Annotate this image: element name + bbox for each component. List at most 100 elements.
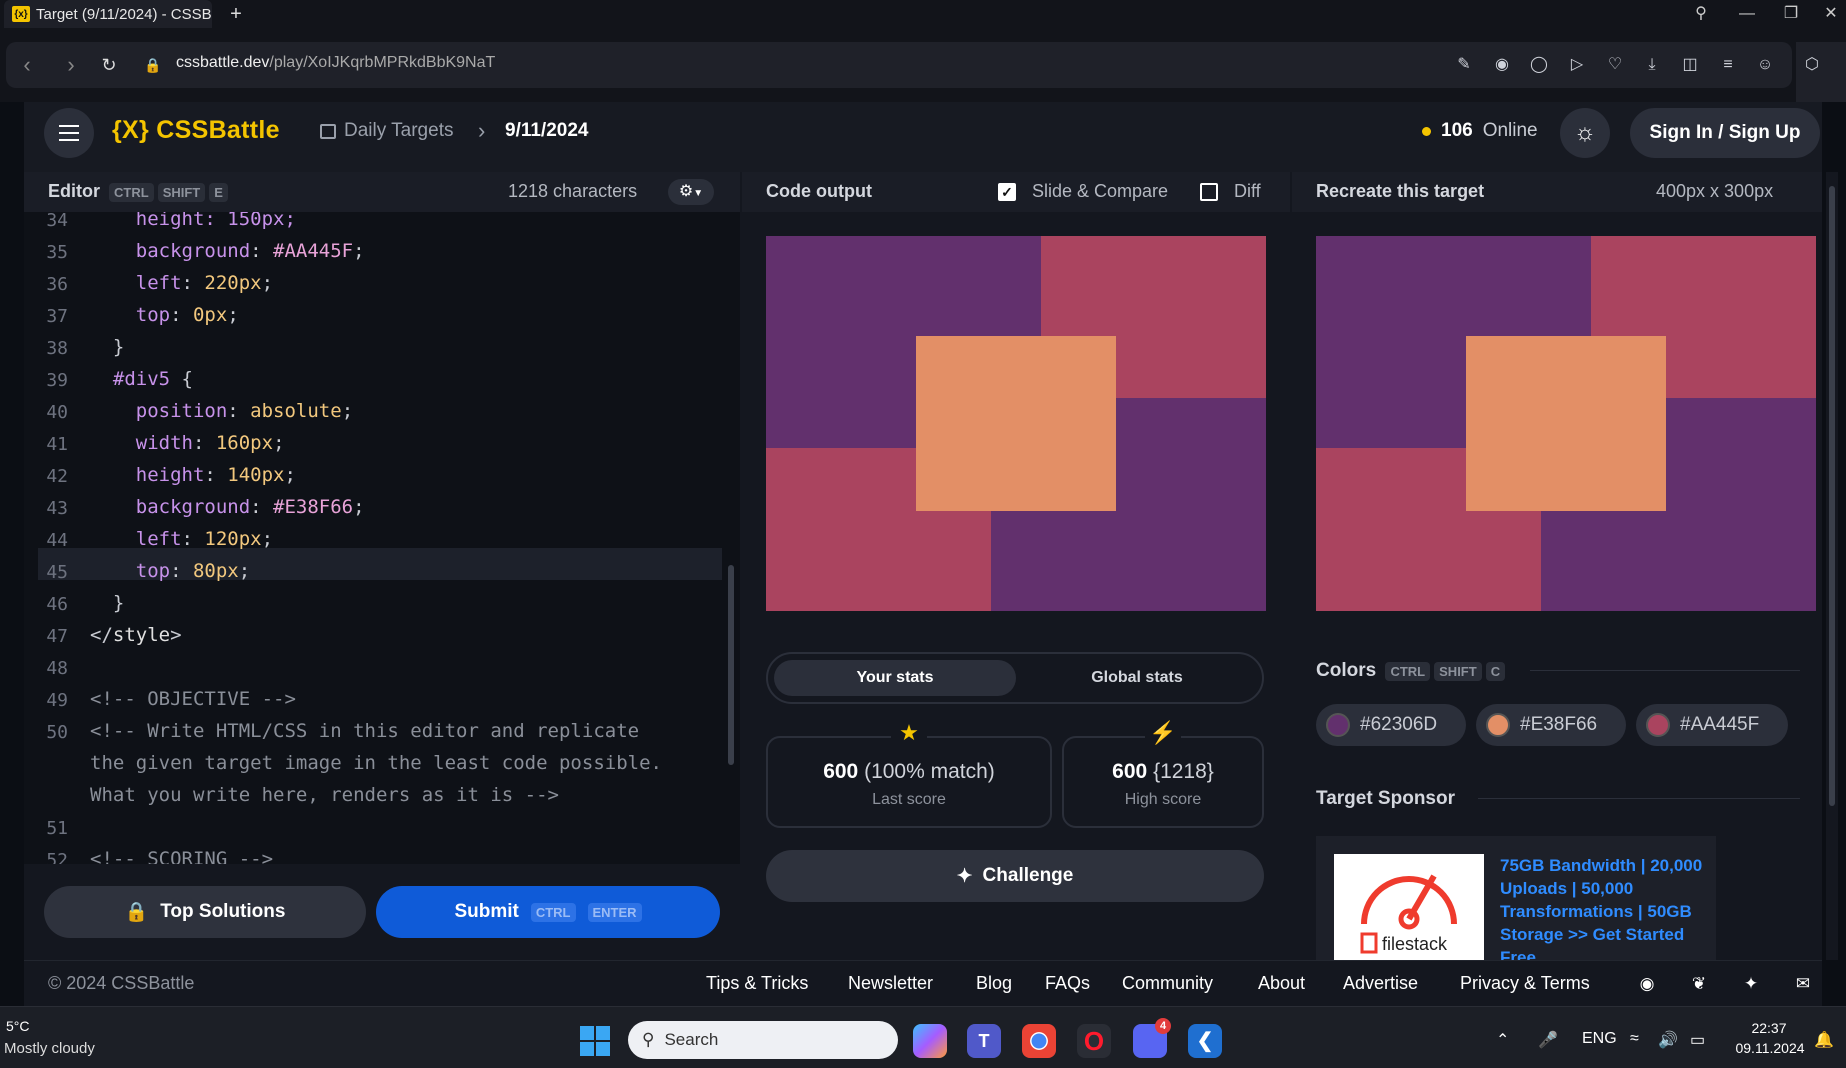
code-line[interactable]: <!-- SCORING --> [90, 848, 273, 864]
reload-icon[interactable]: ↻ [94, 50, 124, 80]
code-line[interactable]: left: 120px; [90, 528, 273, 550]
gear-icon: ⚙ [678, 183, 694, 200]
camera-icon[interactable]: ◉ [1490, 53, 1514, 77]
code-line[interactable]: } [90, 592, 124, 614]
tab-your-stats[interactable]: Your stats [774, 660, 1016, 696]
breadcrumb-daily-targets[interactable]: Daily Targets [320, 120, 453, 142]
page-scrollbar[interactable] [1826, 172, 1838, 960]
code-line[interactable]: top: 0px; [90, 304, 239, 326]
sign-in-button[interactable]: Sign In / Sign Up [1630, 108, 1820, 158]
sponsor-text[interactable]: 75GB Bandwidth | 20,000 Uploads | 50,000… [1500, 854, 1710, 969]
vscode-icon[interactable]: ❮ [1188, 1024, 1222, 1058]
shield-icon[interactable]: ◯ [1527, 53, 1551, 77]
menu-lines-icon[interactable]: ≡ [1716, 53, 1740, 77]
top-solutions-button[interactable]: 🔒 Top Solutions [44, 886, 366, 938]
heart-icon[interactable]: ♡ [1603, 53, 1627, 77]
footer-link-community[interactable]: Community [1122, 973, 1213, 994]
taskbar-search[interactable]: ⚲ Search [628, 1021, 898, 1059]
code-line[interactable]: the given target image in the least code… [90, 752, 662, 774]
chrome-icon[interactable] [1022, 1024, 1056, 1058]
chevron-up-icon[interactable]: ⌃ [1496, 1030, 1509, 1050]
language-indicator[interactable]: ENG [1582, 1030, 1617, 1048]
back-icon[interactable]: ‹ [12, 50, 42, 80]
footer-link-privacy[interactable]: Privacy & Terms [1460, 973, 1590, 994]
browser-tab[interactable]: {x} Target (9/11/2024) - CSSB [4, 0, 212, 28]
code-line[interactable]: <!-- OBJECTIVE --> [90, 688, 296, 710]
submit-button[interactable]: Submit CTRL ENTER [376, 886, 720, 938]
code-line[interactable]: height: 140px; [90, 464, 296, 486]
copilot-icon[interactable] [913, 1024, 947, 1058]
code-line[interactable]: top: 80px; [90, 560, 250, 582]
footer-link-advertise[interactable]: Advertise [1343, 973, 1418, 994]
new-tab-button[interactable]: + [224, 2, 248, 26]
code-editor[interactable]: 34 height: 150px; 35 background: #AA445F;… [24, 212, 740, 864]
weather-desc[interactable]: Mostly cloudy [4, 1040, 95, 1057]
editor-settings-button[interactable]: ⚙▼ [668, 179, 714, 205]
color-chip[interactable]: #E38F66 [1476, 704, 1626, 746]
code-line[interactable]: left: 220px; [90, 272, 273, 294]
mail-icon[interactable]: ✉ [1792, 973, 1814, 995]
slide-compare-label[interactable]: Slide & Compare [1032, 181, 1168, 202]
weather-temp[interactable]: 5°C [6, 1018, 30, 1034]
code-line[interactable]: #div5 { [90, 368, 193, 390]
play-icon[interactable]: ▷ [1565, 53, 1589, 77]
challenge-button[interactable]: ✦ Challenge [766, 850, 1264, 902]
wifi-icon[interactable]: ≈ [1630, 1030, 1639, 1048]
opera-icon[interactable]: O [1077, 1024, 1111, 1058]
diff-checkbox[interactable] [1200, 183, 1218, 201]
filestack-logo[interactable]: filestack [1334, 854, 1484, 960]
cube-icon[interactable]: ⬡ [1800, 53, 1824, 77]
code-line[interactable]: position: absolute; [90, 400, 353, 422]
footer-link-faqs[interactable]: FAQs [1045, 973, 1090, 994]
download-icon[interactable]: ⤓ [1640, 53, 1664, 77]
favicon-icon: {x} [12, 6, 30, 22]
footer-link-blog[interactable]: Blog [976, 973, 1012, 994]
online-count: 106 Online [1422, 120, 1538, 142]
code-line[interactable]: } [90, 336, 124, 358]
slide-compare-checkbox[interactable]: ✓ [998, 183, 1016, 201]
theme-toggle-button[interactable]: ☼ [1560, 108, 1610, 158]
sidebar-toggle-icon[interactable]: ◫ [1678, 53, 1702, 77]
discord-icon[interactable]: ◉ [1636, 973, 1658, 995]
code-line[interactable]: background: #AA445F; [90, 240, 365, 262]
windows-start-icon[interactable] [580, 1026, 610, 1056]
restore-icon[interactable]: ❐ [1776, 2, 1806, 26]
hamburger-menu-button[interactable] [44, 108, 94, 158]
clock-time[interactable]: 22:37 [1734, 1020, 1804, 1036]
code-line[interactable]: </style> [90, 624, 182, 646]
color-swatch [1326, 713, 1350, 737]
code-line[interactable]: height: 150px; [90, 212, 296, 230]
code-line[interactable]: What you write here, renders as it is --… [90, 784, 559, 806]
edit-icon[interactable]: ✎ [1452, 53, 1476, 77]
microphone-icon[interactable]: 🎤 [1538, 1030, 1558, 1050]
bluesky-icon[interactable]: ❦ [1688, 973, 1710, 995]
footer-link-tips[interactable]: Tips & Tricks [706, 973, 808, 994]
profile-icon[interactable]: ☺ [1753, 53, 1777, 77]
line-number: 52 [46, 850, 68, 864]
color-chip[interactable]: #62306D [1316, 704, 1466, 746]
teams-icon[interactable]: T [967, 1024, 1001, 1058]
tab-global-stats[interactable]: Global stats [1018, 660, 1256, 696]
diff-label[interactable]: Diff [1234, 181, 1261, 202]
color-chip[interactable]: #AA445F [1636, 704, 1788, 746]
minimize-icon[interactable]: — [1732, 2, 1762, 26]
discord-taskbar-icon[interactable]: 4 [1133, 1018, 1171, 1058]
browser-search-icon[interactable]: ⚲ [1686, 2, 1716, 26]
notification-icon[interactable]: 🔔 [1814, 1030, 1834, 1050]
footer-link-newsletter[interactable]: Newsletter [848, 973, 933, 994]
code-line[interactable]: background: #E38F66; [90, 496, 365, 518]
footer-link-about[interactable]: About [1258, 973, 1305, 994]
close-icon[interactable]: ✕ [1816, 2, 1846, 26]
code-line[interactable]: <!-- Write HTML/CSS in this editor and r… [90, 720, 639, 742]
url-text[interactable]: cssbattle.dev/play/XoIJKqrbMPRkdBbK9NaT [176, 54, 495, 72]
cssbattle-logo[interactable]: {X} CSSBattle [112, 116, 280, 145]
code-line[interactable]: width: 160px; [90, 432, 285, 454]
clock-date[interactable]: 09.11.2024 [1730, 1040, 1810, 1056]
battery-icon[interactable]: ▭ [1690, 1030, 1705, 1050]
twitter-icon[interactable]: ✦ [1740, 973, 1762, 995]
forward-icon[interactable]: › [56, 50, 86, 80]
target-image [1316, 236, 1816, 611]
volume-icon[interactable]: 🔊 [1658, 1030, 1678, 1050]
editor-scrollbar[interactable] [728, 565, 734, 765]
code-output-canvas[interactable] [766, 236, 1266, 611]
